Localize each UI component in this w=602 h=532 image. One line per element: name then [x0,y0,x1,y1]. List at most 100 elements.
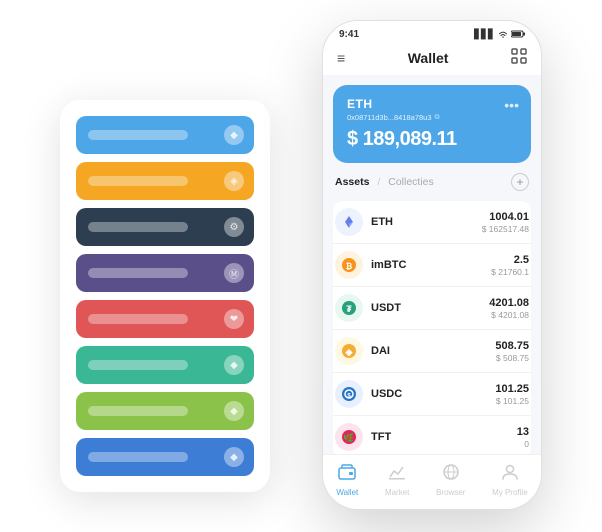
card-icon: ❤ [224,309,244,329]
asset-amount: 101.25 [495,383,529,395]
status-time: 9:41 [339,29,359,40]
card-icon: ◆ [224,447,244,467]
asset-row-usdt[interactable]: ₮ USDT 4201.08 $ 4201.08 [333,287,531,330]
market-nav-label: Market [385,488,409,497]
card-icon: Ⓜ [224,263,244,283]
asset-values-usdc: 101.25 $ 101.25 [495,383,529,406]
svg-text:🌿: 🌿 [343,432,354,443]
asset-ticker: DAI [371,345,495,357]
assets-tabs: Assets / Collecties [335,176,434,188]
nav-item-profile[interactable]: My Profile [492,463,528,497]
asset-icon-imbtc: ₿ [335,251,363,279]
asset-values-tft: 13 0 [517,426,529,449]
asset-icon-tft: 🌿 [335,423,363,451]
asset-usd: $ 4201.08 [489,310,529,320]
phone-mockup: 9:41 ▋▋▋ [322,20,542,510]
card-label [88,130,188,140]
card-item[interactable]: ◆ [76,392,254,430]
asset-usd: 0 [517,439,529,449]
balance-card[interactable]: ••• ETH 0x08711d3b...8418a78u3 ⧉ $ 189,0… [333,85,531,163]
asset-icon-usdc: $ [335,380,363,408]
card-icon: ◈ [224,171,244,191]
asset-amount: 1004.01 [482,211,529,223]
asset-row-eth[interactable]: ETH 1004.01 $ 162517.48 [333,201,531,244]
asset-row-usdc[interactable]: $ USDC 101.25 $ 101.25 [333,373,531,416]
card-stack: ◆ ◈ ⚙ Ⓜ ❤ ◆ ◆ ◆ [60,100,270,492]
card-label [88,314,188,324]
asset-amount: 4201.08 [489,297,529,309]
profile-nav-icon [501,463,519,486]
asset-info-eth: ETH [371,216,482,228]
balance-currency: $ [347,128,358,150]
nav-item-browser[interactable]: Browser [436,463,465,497]
card-label [88,406,188,416]
more-icon[interactable]: ••• [504,97,519,113]
asset-info-tft: TFT [371,431,517,443]
phone-header: ≡ Wallet [323,44,541,75]
asset-ticker: USDC [371,388,495,400]
asset-info-usdc: USDC [371,388,495,400]
asset-amount: 2.5 [491,254,529,266]
card-item[interactable]: ◆ [76,438,254,476]
card-item[interactable]: ◆ [76,346,254,384]
add-asset-button[interactable]: + [511,173,529,191]
nav-item-wallet[interactable]: Wallet [336,463,358,497]
tab-collecties[interactable]: Collecties [388,176,434,188]
card-icon: ◆ [224,355,244,375]
asset-info-imbtc: imBTC [371,259,491,271]
card-item[interactable]: ⚙ [76,208,254,246]
card-item[interactable]: ◈ [76,162,254,200]
card-label [88,176,188,186]
status-indicators: ▋▋▋ [474,29,525,40]
asset-values-eth: 1004.01 $ 162517.48 [482,211,529,234]
asset-list: ETH 1004.01 $ 162517.48 ₿ [333,201,531,454]
coin-name: ETH [347,97,517,111]
wallet-nav-label: Wallet [336,488,358,497]
profile-nav-label: My Profile [492,488,528,497]
status-bar: 9:41 ▋▋▋ [323,21,541,44]
card-label [88,452,188,462]
asset-usd: $ 162517.48 [482,224,529,234]
card-item[interactable]: Ⓜ [76,254,254,292]
asset-row-imbtc[interactable]: ₿ imBTC 2.5 $ 21760.1 [333,244,531,287]
scan-icon[interactable] [511,48,527,67]
nav-item-market[interactable]: Market [385,463,409,497]
card-label [88,360,188,370]
asset-amount: 508.75 [495,340,529,352]
page-title: Wallet [408,50,449,66]
asset-values-dai: 508.75 $ 508.75 [495,340,529,363]
market-nav-icon [388,463,406,486]
browser-nav-icon [442,463,460,486]
tab-assets[interactable]: Assets [335,176,369,188]
tab-slash: / [377,177,380,188]
assets-header: Assets / Collecties + [333,173,531,191]
asset-ticker: ETH [371,216,482,228]
asset-icon-usdt: ₮ [335,294,363,322]
asset-icon-eth [335,208,363,236]
card-item[interactable]: ❤ [76,300,254,338]
asset-info-dai: DAI [371,345,495,357]
asset-usd: $ 508.75 [495,353,529,363]
signal-icon: ▋▋▋ [474,29,495,40]
menu-icon[interactable]: ≡ [337,50,345,66]
bottom-nav: Wallet Market [323,454,541,509]
asset-ticker: imBTC [371,259,491,271]
svg-text:◈: ◈ [345,347,354,357]
balance-amount: $ 189,089.11 [347,128,517,151]
asset-row-tft[interactable]: 🌿 TFT 13 0 [333,416,531,454]
copy-icon[interactable]: ⧉ [435,114,440,122]
asset-usd: $ 21760.1 [491,267,529,277]
wallet-nav-icon [338,463,356,486]
balance-value: 189,089.11 [363,128,457,150]
asset-usd: $ 101.25 [495,396,529,406]
asset-icon-dai: ◈ [335,337,363,365]
card-icon: ⚙ [224,217,244,237]
card-item[interactable]: ◆ [76,116,254,154]
asset-values-imbtc: 2.5 $ 21760.1 [491,254,529,277]
scene: ◆ ◈ ⚙ Ⓜ ❤ ◆ ◆ ◆ [0,0,602,532]
asset-values-usdt: 4201.08 $ 4201.08 [489,297,529,320]
wifi-icon [498,30,508,40]
asset-row-dai[interactable]: ◈ DAI 508.75 $ 508.75 [333,330,531,373]
svg-text:₮: ₮ [346,304,352,314]
battery-icon [511,30,525,40]
